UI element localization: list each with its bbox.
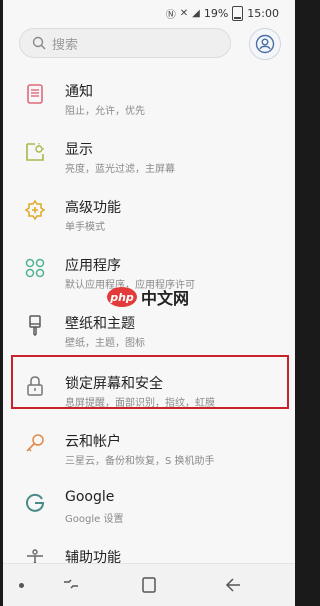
item-title: 通知 (65, 84, 93, 100)
item-title: Google (65, 489, 115, 505)
status-bar: Ⓝ ✕ ◢ 19% 15:00 (3, 0, 295, 26)
item-subtitle: Google 设置 (65, 514, 124, 525)
search-input[interactable]: 搜索 (19, 28, 231, 58)
watermark-badge: php (107, 287, 137, 307)
settings-item-cloud-accounts[interactable]: 云和帐户 三星云，备份和恢复，S 换机助手 (3, 420, 295, 478)
nav-dot-icon[interactable] (19, 583, 24, 588)
signal-icon: ◢ (192, 7, 200, 19)
settings-item-advanced-features[interactable]: 高级功能 单手模式 (3, 186, 295, 244)
item-subtitle: 亮度，蓝光过滤，主屏幕 (65, 164, 175, 175)
home-icon[interactable] (139, 576, 159, 594)
advanced-features-icon (24, 199, 46, 221)
key-icon (26, 434, 44, 452)
lock-icon (27, 376, 43, 396)
item-title: 高级功能 (65, 200, 121, 216)
item-subtitle: 壁纸，主题，图标 (65, 338, 145, 349)
settings-item-google[interactable]: Google Google 设置 (3, 478, 295, 536)
item-subtitle: 三星云，备份和恢复，S 换机助手 (65, 456, 215, 467)
profile-button[interactable] (249, 28, 281, 60)
settings-item-lock-screen[interactable]: 锁定屏幕和安全 息屏提醒，面部识别，指纹，虹膜 (3, 362, 295, 420)
profile-icon (255, 34, 275, 54)
display-icon (26, 143, 44, 161)
battery-percent: 19% (203, 6, 229, 20)
watermark-logo: php 中文网 (107, 282, 203, 312)
nfc-icon: Ⓝ (165, 9, 176, 21)
navigation-bar (3, 563, 295, 606)
item-title: 应用程序 (65, 258, 121, 274)
clock: 15:00 (247, 6, 279, 20)
notification-icon (27, 84, 43, 104)
google-icon (26, 493, 45, 512)
watermark-text: 中文网 (141, 289, 190, 308)
back-icon[interactable] (223, 576, 243, 594)
settings-item-display[interactable]: 显示 亮度，蓝光过滤，主屏幕 (3, 128, 295, 186)
battery-icon (232, 5, 244, 21)
wallpaper-icon (29, 315, 41, 336)
item-title: 显示 (65, 142, 93, 158)
item-subtitle: 单手模式 (65, 222, 105, 233)
item-title: 壁纸和主题 (65, 316, 135, 332)
search-icon (32, 36, 46, 50)
item-title: 锁定屏幕和安全 (65, 376, 163, 392)
settings-list: 通知 阻止，允许，优先 显示 亮度，蓝光过滤，主屏幕 高级功能 单手模式 应用程… (3, 70, 295, 594)
item-title: 云和帐户 (65, 434, 121, 450)
mute-icon: ✕ (179, 7, 189, 19)
recent-apps-icon[interactable] (61, 576, 81, 594)
settings-item-notifications[interactable]: 通知 阻止，允许，优先 (3, 70, 295, 128)
search-placeholder: 搜索 (52, 37, 79, 53)
item-subtitle: 息屏提醒，面部识别，指纹，虹膜 (65, 398, 215, 409)
item-subtitle: 阻止，允许，优先 (65, 106, 145, 117)
settings-screen: Ⓝ ✕ ◢ 19% 15:00 搜索 通知 阻止，允许，优先 显示 亮度，蓝光过… (3, 0, 295, 606)
search-row: 搜索 (19, 28, 281, 60)
apps-icon (25, 258, 45, 278)
